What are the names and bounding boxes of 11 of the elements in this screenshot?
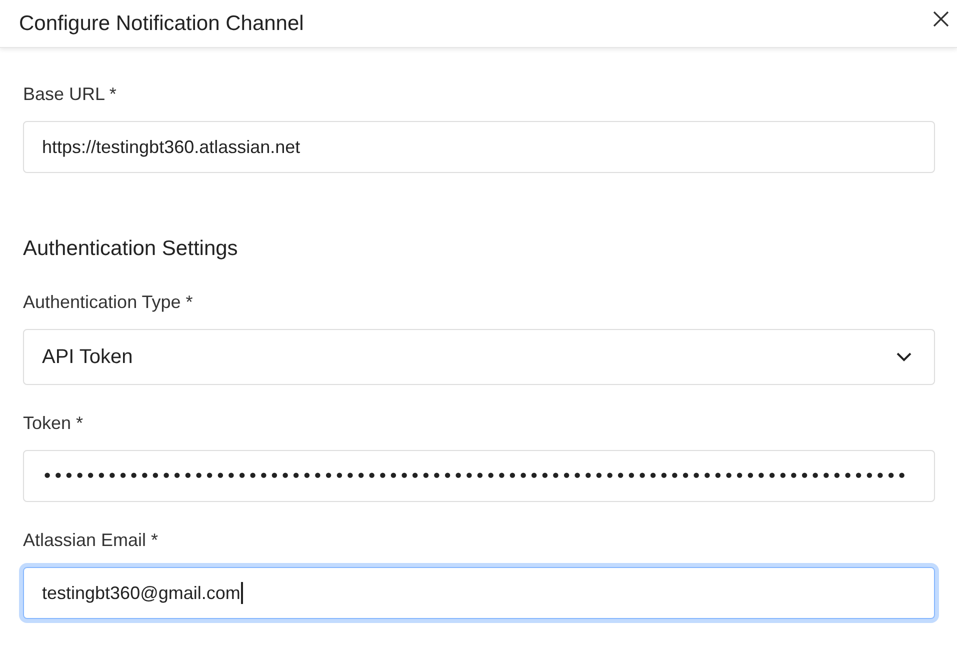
field-label: Token * xyxy=(23,413,84,434)
close-icon[interactable] xyxy=(933,10,949,26)
input-field[interactable]: https://testingbt360.atlassian.net xyxy=(23,121,935,173)
select-field[interactable]: API Token xyxy=(23,329,935,385)
section-heading: Authentication Settings xyxy=(23,237,239,261)
field-label: Authentication Type * xyxy=(23,292,194,313)
password-field[interactable]: •••••••••••••••••••••••••••••••••••••••••••••••••••••••••••••••••••••••••••••••• xyxy=(23,450,935,502)
field-label: Base URL * xyxy=(23,84,118,105)
chevron-down-icon xyxy=(896,352,912,362)
dialog-title: Configure Notification Channel xyxy=(19,12,304,36)
field-label: Atlassian Email * xyxy=(23,530,160,551)
